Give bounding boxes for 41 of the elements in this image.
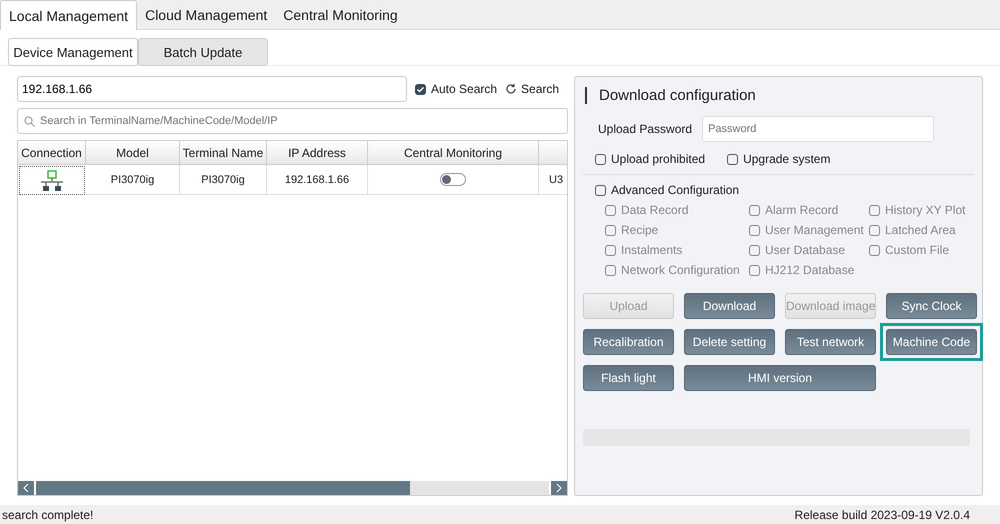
table-cell: PI3070ig <box>180 165 267 195</box>
action-button[interactable]: Sync Clock <box>886 293 977 319</box>
password-field[interactable]: Password <box>702 116 934 142</box>
action-button[interactable]: Download <box>684 293 775 319</box>
checkbox[interactable]: Upload prohibited <box>595 152 706 166</box>
action-button[interactable]: Test network <box>785 329 876 355</box>
search-button[interactable]: Search <box>505 82 560 96</box>
action-button[interactable]: Recalibration <box>583 329 674 355</box>
action-button[interactable]: Flash light <box>583 365 674 391</box>
column-header[interactable]: Central Monitoring <box>368 141 539 165</box>
column-header[interactable]: Model <box>86 141 180 165</box>
tab[interactable]: Cloud Management <box>137 0 276 30</box>
tab[interactable]: Device Management <box>8 38 138 66</box>
tab[interactable]: Batch Update <box>138 38 268 66</box>
table-cell: PI3070ig <box>86 165 180 195</box>
checkmark-icon <box>416 84 425 94</box>
checkbox[interactable]: Auto Search <box>415 82 498 96</box>
field-label: Upload Password <box>598 122 692 136</box>
table-cell: 192.168.1.66 <box>267 165 368 195</box>
search-icon <box>24 116 35 127</box>
tab[interactable]: Central Monitoring <box>275 0 406 30</box>
search-field[interactable]: Search in TerminalName/MachineCode/Model/IP <box>17 108 568 134</box>
checkbox[interactable]: Advanced Configuration <box>595 183 974 197</box>
checkbox[interactable]: Upgrade system <box>727 152 830 166</box>
toggle-switch[interactable] <box>440 173 466 186</box>
action-button[interactable]: Machine Code <box>886 329 977 355</box>
action-button[interactable]: HMI version <box>684 365 876 391</box>
table-cell: U3 <box>539 165 567 195</box>
panel-title: Download configuration <box>585 87 974 104</box>
action-button[interactable]: Delete setting <box>684 329 775 355</box>
address-field[interactable]: 192.168.1.66 <box>17 76 407 102</box>
column-header[interactable]: Terminal Name <box>180 141 267 165</box>
scroll-right-icon[interactable] <box>551 481 567 495</box>
column-header[interactable]: Connection <box>18 141 86 165</box>
scrollbar[interactable] <box>36 481 549 495</box>
column-header[interactable]: IP Address <box>267 141 368 165</box>
refresh-icon <box>505 83 518 95</box>
tab[interactable]: Local Management <box>0 0 138 30</box>
scroll-left-icon[interactable] <box>18 481 34 495</box>
version-text: Release build 2023-09-19 V2.0.4 <box>794 508 970 522</box>
status-message: search complete! <box>2 508 94 522</box>
